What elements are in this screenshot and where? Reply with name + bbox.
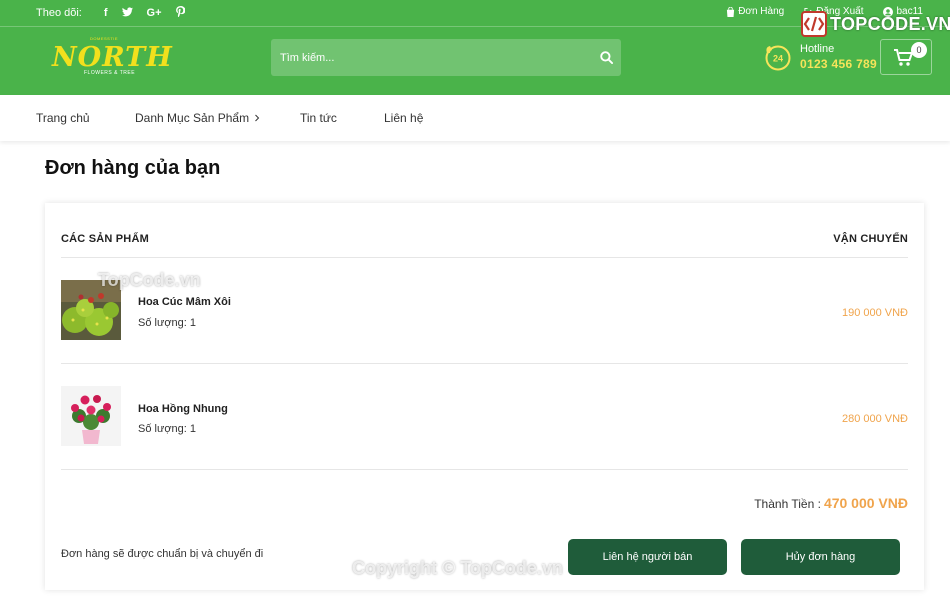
logo-arc-text: DOMESSTIE	[90, 36, 119, 41]
shipping-column-header: VẬN CHUYỂN	[833, 233, 908, 245]
hotline-24h-icon: 24	[765, 45, 791, 71]
nav-item-home[interactable]: Trang chủ	[36, 111, 90, 125]
quantity-value: 1	[189, 423, 196, 435]
product-quantity: Số lượng: 1	[138, 317, 196, 329]
product-name[interactable]: Hoa Hồng Nhung	[138, 403, 228, 415]
nav-item-categories[interactable]: Danh Mục Sản Phẩm	[135, 111, 261, 125]
watermark-logo: TOPCODE.VN	[800, 10, 950, 40]
nav-item-categories-label: Danh Mục Sản Phẩm	[135, 111, 250, 125]
quantity-label: Số lượng:	[138, 423, 187, 435]
order-card: CÁC SẢN PHẨM VẬN CHUYỂN Hoa Cúc Mâm Xôi …	[45, 203, 924, 590]
quantity-value: 1	[189, 317, 196, 329]
cart-count-badge: 0	[911, 42, 927, 58]
divider	[61, 257, 908, 258]
hotline-number[interactable]: 0123 456 789	[800, 57, 877, 71]
order-item: Hoa Hồng Nhung Số lượng: 1 280 000 VNĐ	[61, 366, 908, 472]
divider	[61, 363, 908, 364]
hotline-label: Hotline	[800, 43, 835, 55]
nav-item-news[interactable]: Tin tức	[300, 111, 337, 125]
product-name[interactable]: Hoa Cúc Mâm Xôi	[138, 296, 231, 308]
orders-link[interactable]: Đơn Hàng	[726, 6, 784, 17]
search-bar	[271, 39, 621, 76]
chevron-right-icon	[255, 114, 260, 122]
divider	[61, 469, 908, 470]
product-image-rose[interactable]	[61, 386, 121, 446]
product-price: 280 000 VNĐ	[841, 413, 908, 425]
watermark-top: TopCode.vn	[98, 270, 201, 290]
watermark-logo-text: TOPCODE.VN	[830, 14, 950, 34]
main-nav: Trang chủ Danh Mục Sản Phẩm Tin tức Liên…	[0, 95, 950, 141]
twitter-icon[interactable]	[121, 6, 133, 20]
svg-text:24: 24	[773, 54, 783, 64]
product-price: 190 000 VNĐ	[841, 307, 908, 319]
cancel-order-button[interactable]: Hủy đơn hàng	[741, 539, 900, 575]
orders-link-label: Đơn Hàng	[738, 6, 785, 17]
contact-seller-button[interactable]: Liên hệ người bán	[568, 539, 727, 575]
bag-icon	[727, 6, 735, 17]
nav-item-contact[interactable]: Liên hệ	[384, 111, 423, 125]
search-icon	[599, 51, 613, 64]
hotline-block: Hotline 0123 456 789	[800, 43, 877, 71]
total-label: Thành Tiền :	[754, 497, 821, 511]
facebook-icon[interactable]: f	[104, 7, 108, 19]
follow-bar: Theo dõi: f G+	[36, 6, 186, 20]
follow-label: Theo dõi:	[36, 7, 82, 19]
logo-brand: NORTH	[52, 42, 173, 73]
search-button[interactable]	[591, 39, 621, 76]
topcode-logo-icon	[801, 11, 827, 37]
quantity-label: Số lượng:	[138, 317, 187, 329]
order-note: Đơn hàng sẽ được chuẩn bị và chuyển đi	[61, 548, 264, 560]
logo-tagline: FLOWERS & TREE	[84, 70, 136, 76]
pinterest-icon[interactable]	[175, 6, 186, 20]
site-logo[interactable]: DOMESSTIE NORTH FLOWERS & TREE	[52, 36, 172, 80]
product-quantity: Số lượng: 1	[138, 423, 196, 435]
google-plus-icon[interactable]: G+	[147, 7, 162, 19]
page-title: Đơn hàng của bạn	[45, 157, 221, 179]
total-value: 470 000 VNĐ	[823, 495, 908, 511]
watermark-bottom: Copyright © TopCode.vn	[352, 558, 563, 578]
products-column-header: CÁC SẢN PHẨM	[61, 233, 149, 245]
order-total: Thành Tiền :470 000 VNĐ	[754, 495, 908, 511]
cart-button[interactable]: 0	[880, 39, 932, 75]
search-input[interactable]	[271, 39, 581, 76]
